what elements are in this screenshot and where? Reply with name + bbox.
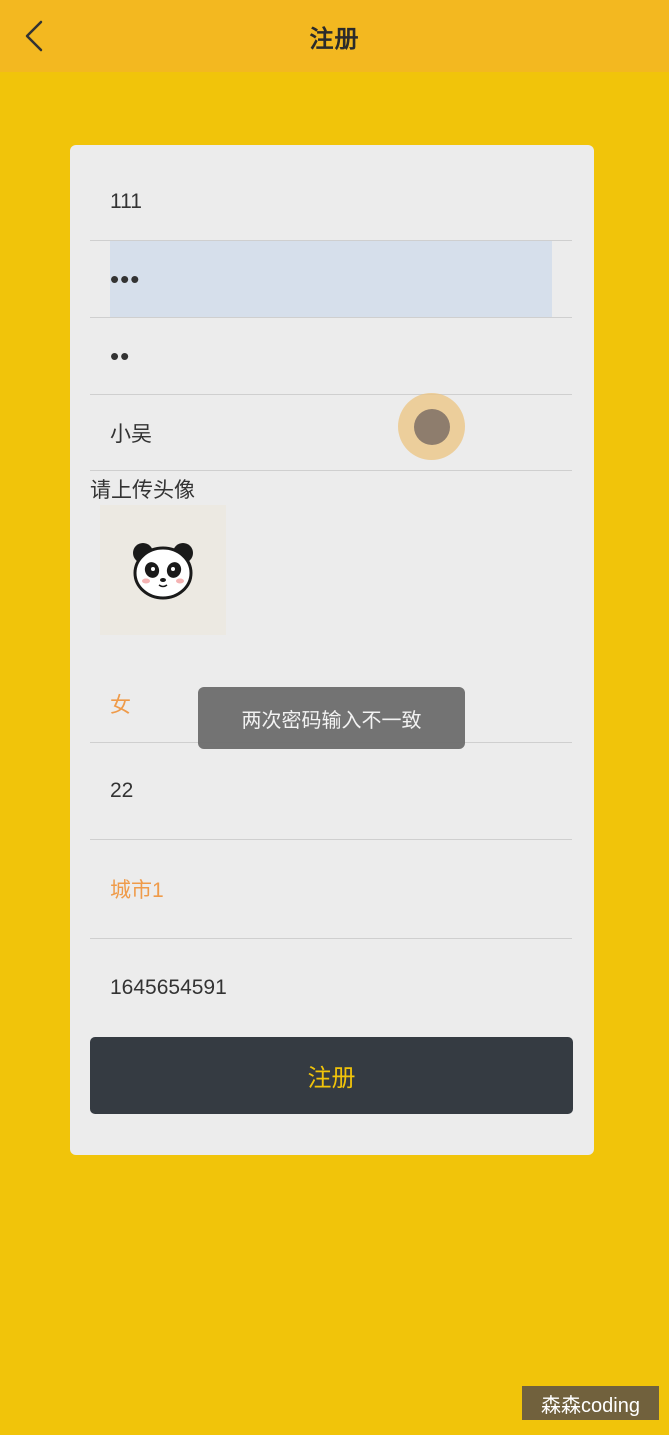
age-input[interactable] bbox=[110, 743, 552, 839]
username-field bbox=[90, 163, 572, 241]
touch-dot bbox=[413, 408, 450, 445]
username-input[interactable] bbox=[110, 163, 552, 240]
password-input[interactable] bbox=[110, 241, 552, 317]
password-field bbox=[90, 241, 572, 318]
confirm-password-input[interactable] bbox=[110, 318, 552, 394]
chevron-left-icon bbox=[25, 20, 43, 52]
city-picker[interactable]: 城市1 bbox=[90, 840, 572, 939]
confirm-password-field bbox=[90, 318, 572, 395]
panda-avatar-icon bbox=[133, 543, 193, 600]
watermark: 森森coding bbox=[522, 1386, 659, 1420]
register-button[interactable]: 注册 bbox=[90, 1037, 573, 1114]
avatar-upload-label: 请上传头像 bbox=[90, 479, 195, 502]
phone-field bbox=[90, 939, 572, 1037]
back-button[interactable] bbox=[14, 14, 54, 58]
nickname-field bbox=[90, 395, 572, 471]
register-form-card: 请上传头像 女 城市1 注册 bbox=[70, 145, 594, 1155]
age-field bbox=[90, 743, 572, 840]
gender-value: 女 bbox=[110, 693, 131, 717]
avatar-upload-button[interactable] bbox=[100, 505, 226, 635]
nav-header: 注册 bbox=[0, 0, 669, 72]
city-value: 城市1 bbox=[110, 879, 164, 902]
page-title: 注册 bbox=[309, 25, 360, 53]
nickname-input[interactable] bbox=[110, 395, 552, 470]
toast-message: 两次密码输入不一致 bbox=[198, 687, 465, 749]
phone-input[interactable] bbox=[110, 939, 552, 1037]
touch-indicator bbox=[398, 393, 465, 460]
